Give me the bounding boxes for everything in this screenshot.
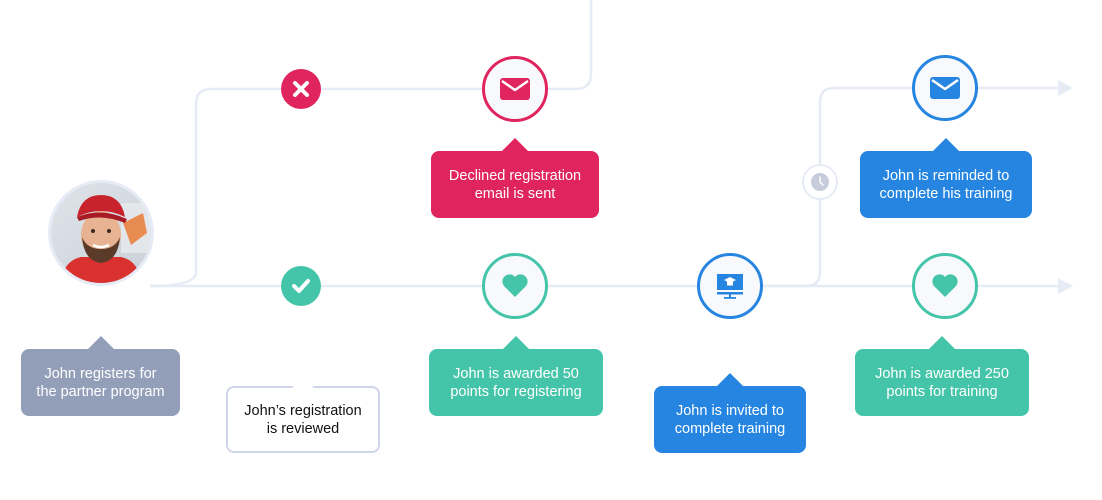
envelope-icon	[930, 77, 960, 99]
reminder-email-node	[912, 55, 978, 121]
approved-node	[281, 266, 321, 306]
bubble-registers: John registers for the partner program	[21, 336, 180, 416]
arrow-head-top	[1058, 80, 1073, 96]
points-registering-node	[482, 253, 548, 319]
x-icon	[293, 81, 309, 97]
bubble-reminded: John is reminded to complete his trainin…	[860, 138, 1032, 218]
envelope-icon	[500, 78, 530, 100]
monitor-graduation-cap-icon	[717, 274, 743, 299]
arrow-head-bottom	[1058, 278, 1073, 294]
wait-node	[802, 164, 838, 200]
points-training-node	[912, 253, 978, 319]
person-photo	[61, 195, 151, 283]
heart-icon	[502, 274, 528, 297]
clock-icon	[811, 173, 829, 191]
avatar	[48, 180, 154, 286]
check-icon	[292, 279, 310, 293]
bubble-declined-email: Declined registration email is sent	[431, 138, 599, 218]
heart-icon	[932, 274, 958, 297]
training-invite-node	[697, 253, 763, 319]
bubble-awarded-50: John is awarded 50 points for registerin…	[429, 336, 603, 416]
declined-email-node	[482, 56, 548, 122]
bubble-invited-training: John is invited to complete training	[654, 373, 806, 453]
decline-node	[281, 69, 321, 109]
bubble-reviewed: John’s registration is reviewed	[226, 377, 380, 453]
bubble-awarded-250: John is awarded 250 points for training	[855, 336, 1029, 416]
